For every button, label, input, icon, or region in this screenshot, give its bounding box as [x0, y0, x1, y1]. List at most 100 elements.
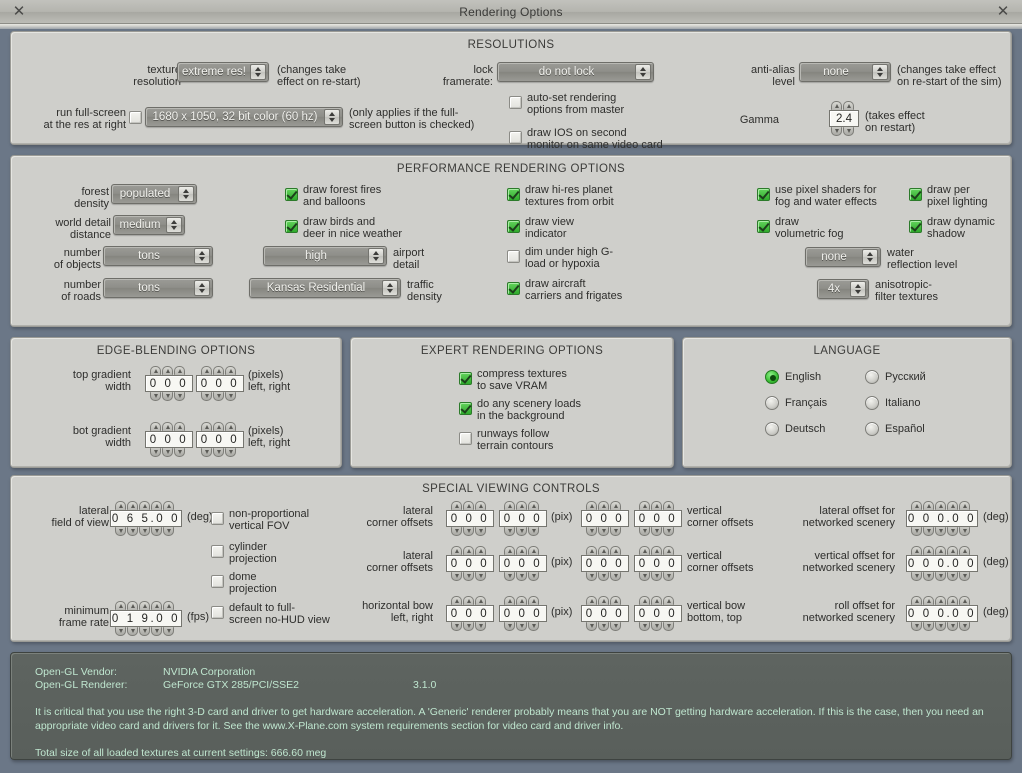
digit-down-arrow[interactable]	[151, 627, 162, 636]
lateral-corner-1b-field[interactable]: 0 0 0	[499, 510, 547, 527]
vert2b-decrement-arrows[interactable]	[639, 572, 674, 581]
digit-up-arrow[interactable]	[151, 501, 162, 510]
digit-down-arrow[interactable]	[610, 622, 621, 631]
latoff-increment-arrows[interactable]	[911, 501, 970, 510]
world-detail-dropdown[interactable]: medium	[113, 215, 185, 235]
nonproportional-fov-checkbox[interactable]	[211, 512, 224, 525]
anisotropic-filter-dropdown[interactable]: 4x	[817, 279, 869, 299]
digit-down-arrow[interactable]	[911, 572, 922, 581]
digit-up-arrow[interactable]	[639, 596, 650, 605]
digit-down-arrow[interactable]	[639, 572, 650, 581]
number-roads-dropdown[interactable]: tons	[103, 278, 213, 298]
language-radio-russian[interactable]	[865, 370, 879, 384]
digit-up-arrow[interactable]	[504, 501, 515, 510]
digit-up-arrow[interactable]	[935, 501, 946, 510]
hbowa-increment-arrows[interactable]	[451, 596, 486, 605]
chevron-updown-icon[interactable]	[194, 280, 210, 296]
chevron-updown-icon[interactable]	[250, 64, 266, 80]
digit-up-arrow[interactable]	[127, 601, 138, 610]
digit-up-arrow[interactable]	[475, 501, 486, 510]
vert1a-increment-arrows[interactable]	[586, 501, 621, 510]
gamma-field[interactable]: 2.4	[829, 110, 859, 127]
digit-up-arrow[interactable]	[451, 501, 462, 510]
digit-down-arrow[interactable]	[911, 622, 922, 631]
min-frame-increment-arrows[interactable]	[115, 601, 174, 610]
latoff-decrement-arrows[interactable]	[911, 527, 970, 536]
runways-terrain-checkbox[interactable]	[459, 432, 472, 445]
vert2a-decrement-arrows[interactable]	[586, 572, 621, 581]
rolloff-decrement-arrows[interactable]	[911, 622, 970, 631]
digit-down-arrow[interactable]	[174, 448, 185, 457]
digit-up-arrow[interactable]	[475, 546, 486, 555]
digit-down-arrow[interactable]	[610, 527, 621, 536]
digit-up-arrow[interactable]	[947, 501, 958, 510]
lateral-corner-1a-field[interactable]: 0 0 0	[446, 510, 494, 527]
digit-up-arrow[interactable]	[451, 596, 462, 605]
digit-down-arrow[interactable]	[651, 572, 662, 581]
digit-up-arrow[interactable]	[504, 546, 515, 555]
digit-down-arrow[interactable]	[959, 572, 970, 581]
digit-down-arrow[interactable]	[504, 572, 515, 581]
hbowb-increment-arrows[interactable]	[504, 596, 539, 605]
digit-down-arrow[interactable]	[663, 622, 674, 631]
digit-down-arrow[interactable]	[516, 572, 527, 581]
digit-down-arrow[interactable]	[663, 527, 674, 536]
digit-up-arrow[interactable]	[528, 501, 539, 510]
vbowb-decrement-arrows[interactable]	[639, 622, 674, 631]
digit-down-arrow[interactable]	[923, 527, 934, 536]
hbowb-decrement-arrows[interactable]	[504, 622, 539, 631]
fov-field[interactable]: 0 6 5.0 0	[110, 510, 182, 527]
digit-down-arrow[interactable]	[516, 527, 527, 536]
top-left-increment-arrows[interactable]	[150, 366, 185, 375]
dim-under-g-checkbox[interactable]	[507, 250, 520, 263]
digit-up-arrow[interactable]	[598, 546, 609, 555]
digit-up-arrow[interactable]	[528, 546, 539, 555]
gamma-up-arrow[interactable]	[831, 101, 842, 110]
digit-up-arrow[interactable]	[225, 422, 236, 431]
digit-up-arrow[interactable]	[162, 366, 173, 375]
language-radio-italiano[interactable]	[865, 396, 879, 410]
vbowb-increment-arrows[interactable]	[639, 596, 674, 605]
digit-down-arrow[interactable]	[115, 627, 126, 636]
digit-up-arrow[interactable]	[516, 546, 527, 555]
lat2a-increment-arrows[interactable]	[451, 546, 486, 555]
top-gradient-right-field[interactable]: 0 0 0	[196, 375, 244, 392]
chevron-updown-icon[interactable]	[872, 64, 888, 80]
digit-down-arrow[interactable]	[475, 527, 486, 536]
dynamic-shadow-checkbox[interactable]	[909, 220, 922, 233]
digit-down-arrow[interactable]	[947, 572, 958, 581]
lat2a-decrement-arrows[interactable]	[451, 572, 486, 581]
digit-down-arrow[interactable]	[504, 527, 515, 536]
digit-up-arrow[interactable]	[911, 596, 922, 605]
digit-up-arrow[interactable]	[663, 501, 674, 510]
digit-down-arrow[interactable]	[528, 572, 539, 581]
digit-up-arrow[interactable]	[150, 422, 161, 431]
chevron-updown-icon[interactable]	[850, 281, 866, 297]
digit-up-arrow[interactable]	[213, 366, 224, 375]
digit-up-arrow[interactable]	[598, 596, 609, 605]
digit-up-arrow[interactable]	[163, 601, 174, 610]
digit-down-arrow[interactable]	[911, 527, 922, 536]
language-radio-francais[interactable]	[765, 396, 779, 410]
digit-down-arrow[interactable]	[463, 622, 474, 631]
digit-down-arrow[interactable]	[923, 622, 934, 631]
digit-down-arrow[interactable]	[174, 392, 185, 401]
bot-right-increment-arrows[interactable]	[201, 422, 236, 431]
digit-up-arrow[interactable]	[598, 501, 609, 510]
digit-down-arrow[interactable]	[115, 527, 126, 536]
bot-gradient-left-field[interactable]: 0 0 0	[145, 431, 193, 448]
gamma-up-arrow[interactable]	[843, 101, 854, 110]
gamma-increment-arrows[interactable]	[831, 101, 854, 110]
digit-up-arrow[interactable]	[663, 596, 674, 605]
digit-up-arrow[interactable]	[115, 601, 126, 610]
lat2b-decrement-arrows[interactable]	[504, 572, 539, 581]
draw-ios-checkbox[interactable]	[509, 131, 522, 144]
digit-up-arrow[interactable]	[127, 501, 138, 510]
chevron-updown-icon[interactable]	[368, 248, 384, 264]
digit-up-arrow[interactable]	[923, 501, 934, 510]
gamma-decrement-arrows[interactable]	[831, 127, 854, 136]
digit-up-arrow[interactable]	[639, 501, 650, 510]
digit-down-arrow[interactable]	[151, 527, 162, 536]
digit-up-arrow[interactable]	[451, 546, 462, 555]
fullscreen-checkbox[interactable]	[129, 111, 142, 124]
